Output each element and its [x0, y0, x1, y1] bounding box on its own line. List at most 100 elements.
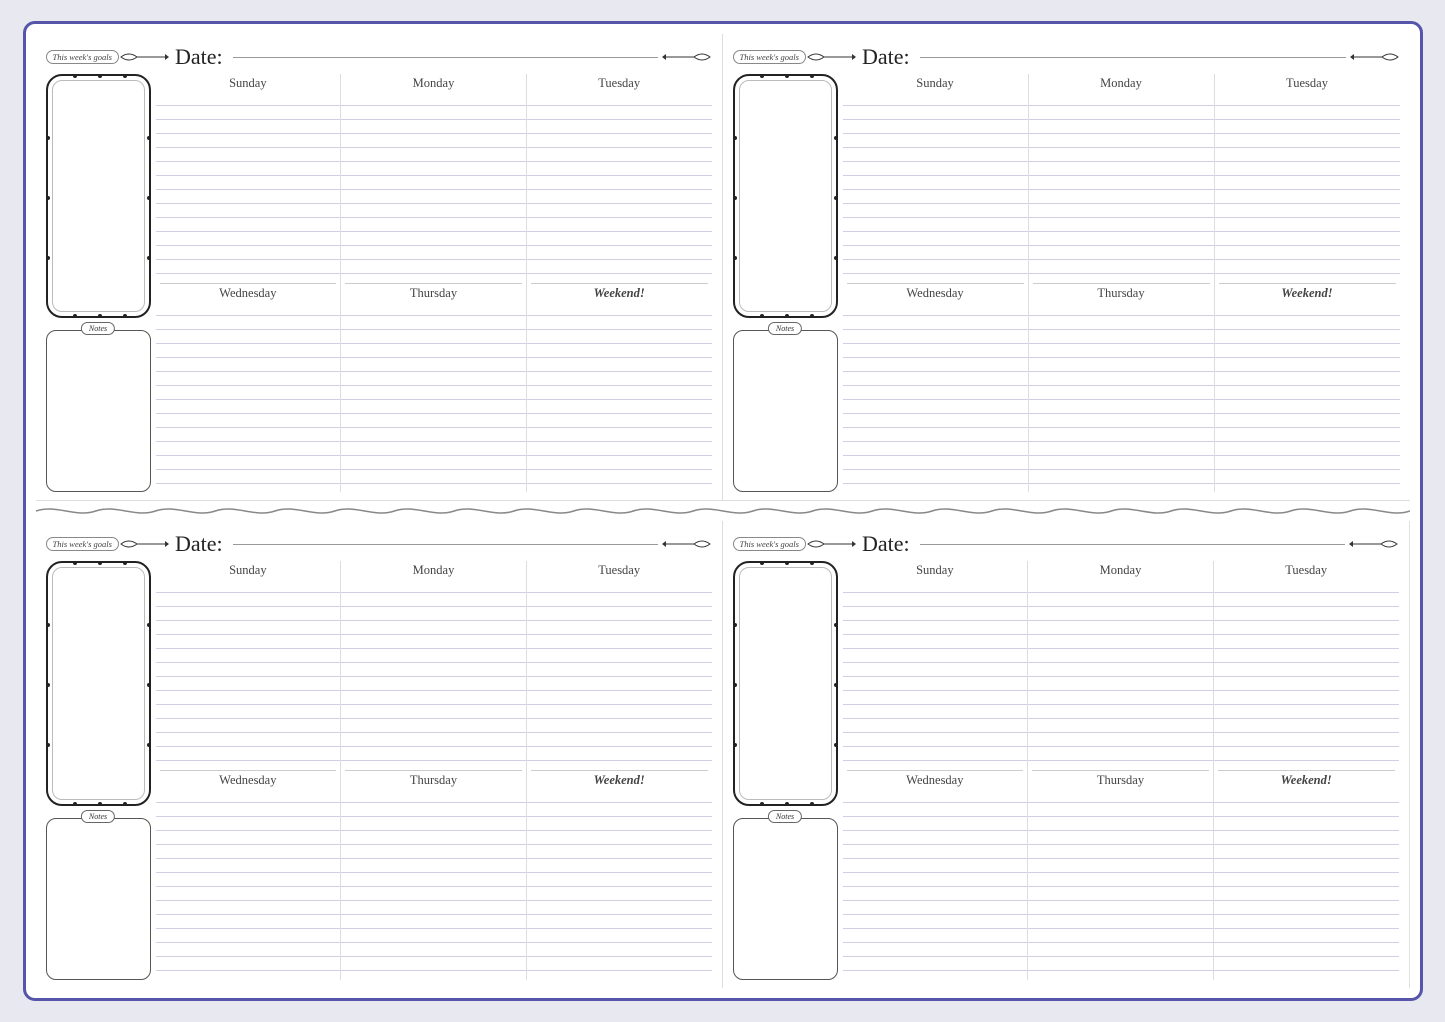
- quadrant-3: This week's goals Date:: [36, 521, 723, 988]
- monday-lines-q4[interactable]: [1028, 579, 1213, 770]
- planner-page: This week's goals Date:: [23, 21, 1423, 1001]
- monday-lines-top-q1[interactable]: [341, 92, 526, 283]
- monday-lines-q3[interactable]: [341, 579, 526, 770]
- notes-tag-q2: Notes: [768, 322, 802, 335]
- date-label-q3: Date:: [175, 531, 223, 557]
- leaf-arrow-left-q3: [119, 536, 169, 552]
- wednesday-lines-q3[interactable]: [156, 789, 341, 980]
- thursday-label-q3: Thursday: [341, 771, 526, 789]
- sunday-lines-top-q1[interactable]: [156, 92, 341, 283]
- quadrant-4: This week's goals Date:: [723, 521, 1410, 988]
- goals-label-q4: This week's goals: [733, 537, 806, 551]
- goals-label-q1: This week's goals: [46, 50, 119, 64]
- date-label-q2: Date:: [862, 44, 910, 70]
- goals-label-q2: This week's goals: [733, 50, 806, 64]
- thursday-lines-q2[interactable]: [1029, 302, 1214, 493]
- tuesday-col-q3: Tuesday Weekend!: [526, 561, 712, 980]
- wednesday-label-q2: Wednesday: [843, 284, 1028, 302]
- wednesday-lines-q1[interactable]: [156, 302, 341, 493]
- sunday-lines-q4[interactable]: [843, 579, 1028, 770]
- goals-frame-q1[interactable]: [46, 74, 151, 318]
- weekend-label-q2: Weekend!: [1215, 284, 1400, 302]
- body-q4: Notes Sunday Wednesday Monday: [733, 561, 1399, 980]
- weekend-label-q4: Weekend!: [1214, 771, 1399, 789]
- header-q4: This week's goals Date:: [733, 529, 1399, 559]
- weekend-lines-q3[interactable]: [527, 789, 712, 980]
- tuesday-label-q4: Tuesday: [1214, 561, 1399, 579]
- sunday-label-q4: Sunday: [843, 561, 1028, 579]
- notes-tag-q4: Notes: [768, 810, 802, 823]
- wavy-divider-svg: [36, 502, 1410, 520]
- goals-frame-q3[interactable]: [46, 561, 151, 806]
- arrow-right-q4: [1349, 536, 1399, 552]
- arrow-right-q1: [662, 49, 712, 65]
- sunday-col-q2: Sunday Wednesday: [842, 74, 1028, 492]
- thursday-lines-q4[interactable]: [1028, 789, 1213, 980]
- wednesday-label-q4: Wednesday: [843, 771, 1028, 789]
- tuesday-lines-q3[interactable]: [527, 579, 712, 770]
- monday-col-q4: Monday Thursday: [1027, 561, 1213, 980]
- quadrant-2: This week's goals Date:: [723, 34, 1410, 501]
- wednesday-label-q1: Wednesday: [156, 284, 341, 302]
- weekend-lines-q1[interactable]: [527, 302, 712, 493]
- horizontal-divider: [36, 501, 1410, 521]
- tuesday-col-q4: Tuesday Weekend!: [1213, 561, 1399, 980]
- weekend-lines-q2[interactable]: [1215, 302, 1400, 493]
- monday-lines-q2[interactable]: [1029, 92, 1214, 283]
- tuesday-label-q1: Tuesday: [527, 74, 712, 92]
- thursday-lines-q3[interactable]: [341, 789, 526, 980]
- notes-frame-q3[interactable]: Notes: [46, 818, 151, 980]
- goals-frame-q4[interactable]: [733, 561, 838, 806]
- tuesday-lines-top-q1[interactable]: [527, 92, 712, 283]
- monday-label-q1: Monday: [341, 74, 526, 92]
- notes-frame-q4[interactable]: Notes: [733, 818, 838, 980]
- tuesday-lines-q2[interactable]: [1215, 92, 1400, 283]
- body-q1: Notes Sunday Wednesday Monday: [46, 74, 712, 492]
- tuesday-col-q2: Tuesday Weekend!: [1214, 74, 1400, 492]
- header-q3: This week's goals Date:: [46, 529, 712, 559]
- goals-notes-col-q1: Notes: [46, 74, 151, 492]
- monday-col-q1: Monday Thursday: [340, 74, 526, 492]
- thursday-lines-q1[interactable]: [341, 302, 526, 493]
- tuesday-col-q1: Tuesday Weekend!: [526, 74, 712, 492]
- thursday-label-q1: Thursday: [341, 284, 526, 302]
- sunday-label-q2: Sunday: [843, 74, 1028, 92]
- wednesday-lines-q2[interactable]: [843, 302, 1028, 493]
- days-grid-q2: Sunday Wednesday Monday Thursday: [842, 74, 1400, 492]
- date-label-q1: Date:: [175, 44, 223, 70]
- notes-frame-q2[interactable]: Notes: [733, 330, 838, 492]
- monday-col-q2: Monday Thursday: [1028, 74, 1214, 492]
- tuesday-label-q2: Tuesday: [1215, 74, 1400, 92]
- body-q3: Notes Sunday Wednesday Monday: [46, 561, 712, 980]
- sunday-label-q1: Sunday: [156, 74, 341, 92]
- sunday-col-q1: Sunday Wednesday: [155, 74, 341, 492]
- sunday-lines-q2[interactable]: [843, 92, 1028, 283]
- sunday-lines-q3[interactable]: [156, 579, 341, 770]
- body-q2: Notes Sunday Wednesday Monday: [733, 74, 1400, 492]
- days-grid-q4: Sunday Wednesday Monday Thursday: [842, 561, 1399, 980]
- notes-frame-q1[interactable]: Notes: [46, 330, 151, 492]
- tuesday-lines-q4[interactable]: [1214, 579, 1399, 770]
- sunday-label-q3: Sunday: [156, 561, 341, 579]
- goals-notes-col-q3: Notes: [46, 561, 151, 980]
- thursday-label-q4: Thursday: [1028, 771, 1213, 789]
- weekend-lines-q4[interactable]: [1214, 789, 1399, 980]
- notes-tag-q3: Notes: [81, 810, 115, 823]
- quadrant-1: This week's goals Date:: [36, 34, 723, 501]
- days-grid-q3: Sunday Wednesday Monday Thursday: [155, 561, 712, 980]
- header-q1: This week's goals Date:: [46, 42, 712, 72]
- monday-col-q3: Monday Thursday: [340, 561, 526, 980]
- goals-notes-col-q4: Notes: [733, 561, 838, 980]
- goals-frame-q2[interactable]: [733, 74, 838, 318]
- goals-notes-col-q2: Notes: [733, 74, 838, 492]
- sunday-col-q4: Sunday Wednesday: [842, 561, 1028, 980]
- header-q2: This week's goals Date:: [733, 42, 1400, 72]
- leaf-arrow-left-q2: [806, 49, 856, 65]
- wednesday-lines-q4[interactable]: [843, 789, 1028, 980]
- leaf-arrow-left-q1: [119, 49, 169, 65]
- arrow-right-q2: [1350, 49, 1400, 65]
- date-label-q4: Date:: [862, 531, 910, 557]
- notes-tag-q1: Notes: [81, 322, 115, 335]
- monday-label-q4: Monday: [1028, 561, 1213, 579]
- tuesday-label-q3: Tuesday: [527, 561, 712, 579]
